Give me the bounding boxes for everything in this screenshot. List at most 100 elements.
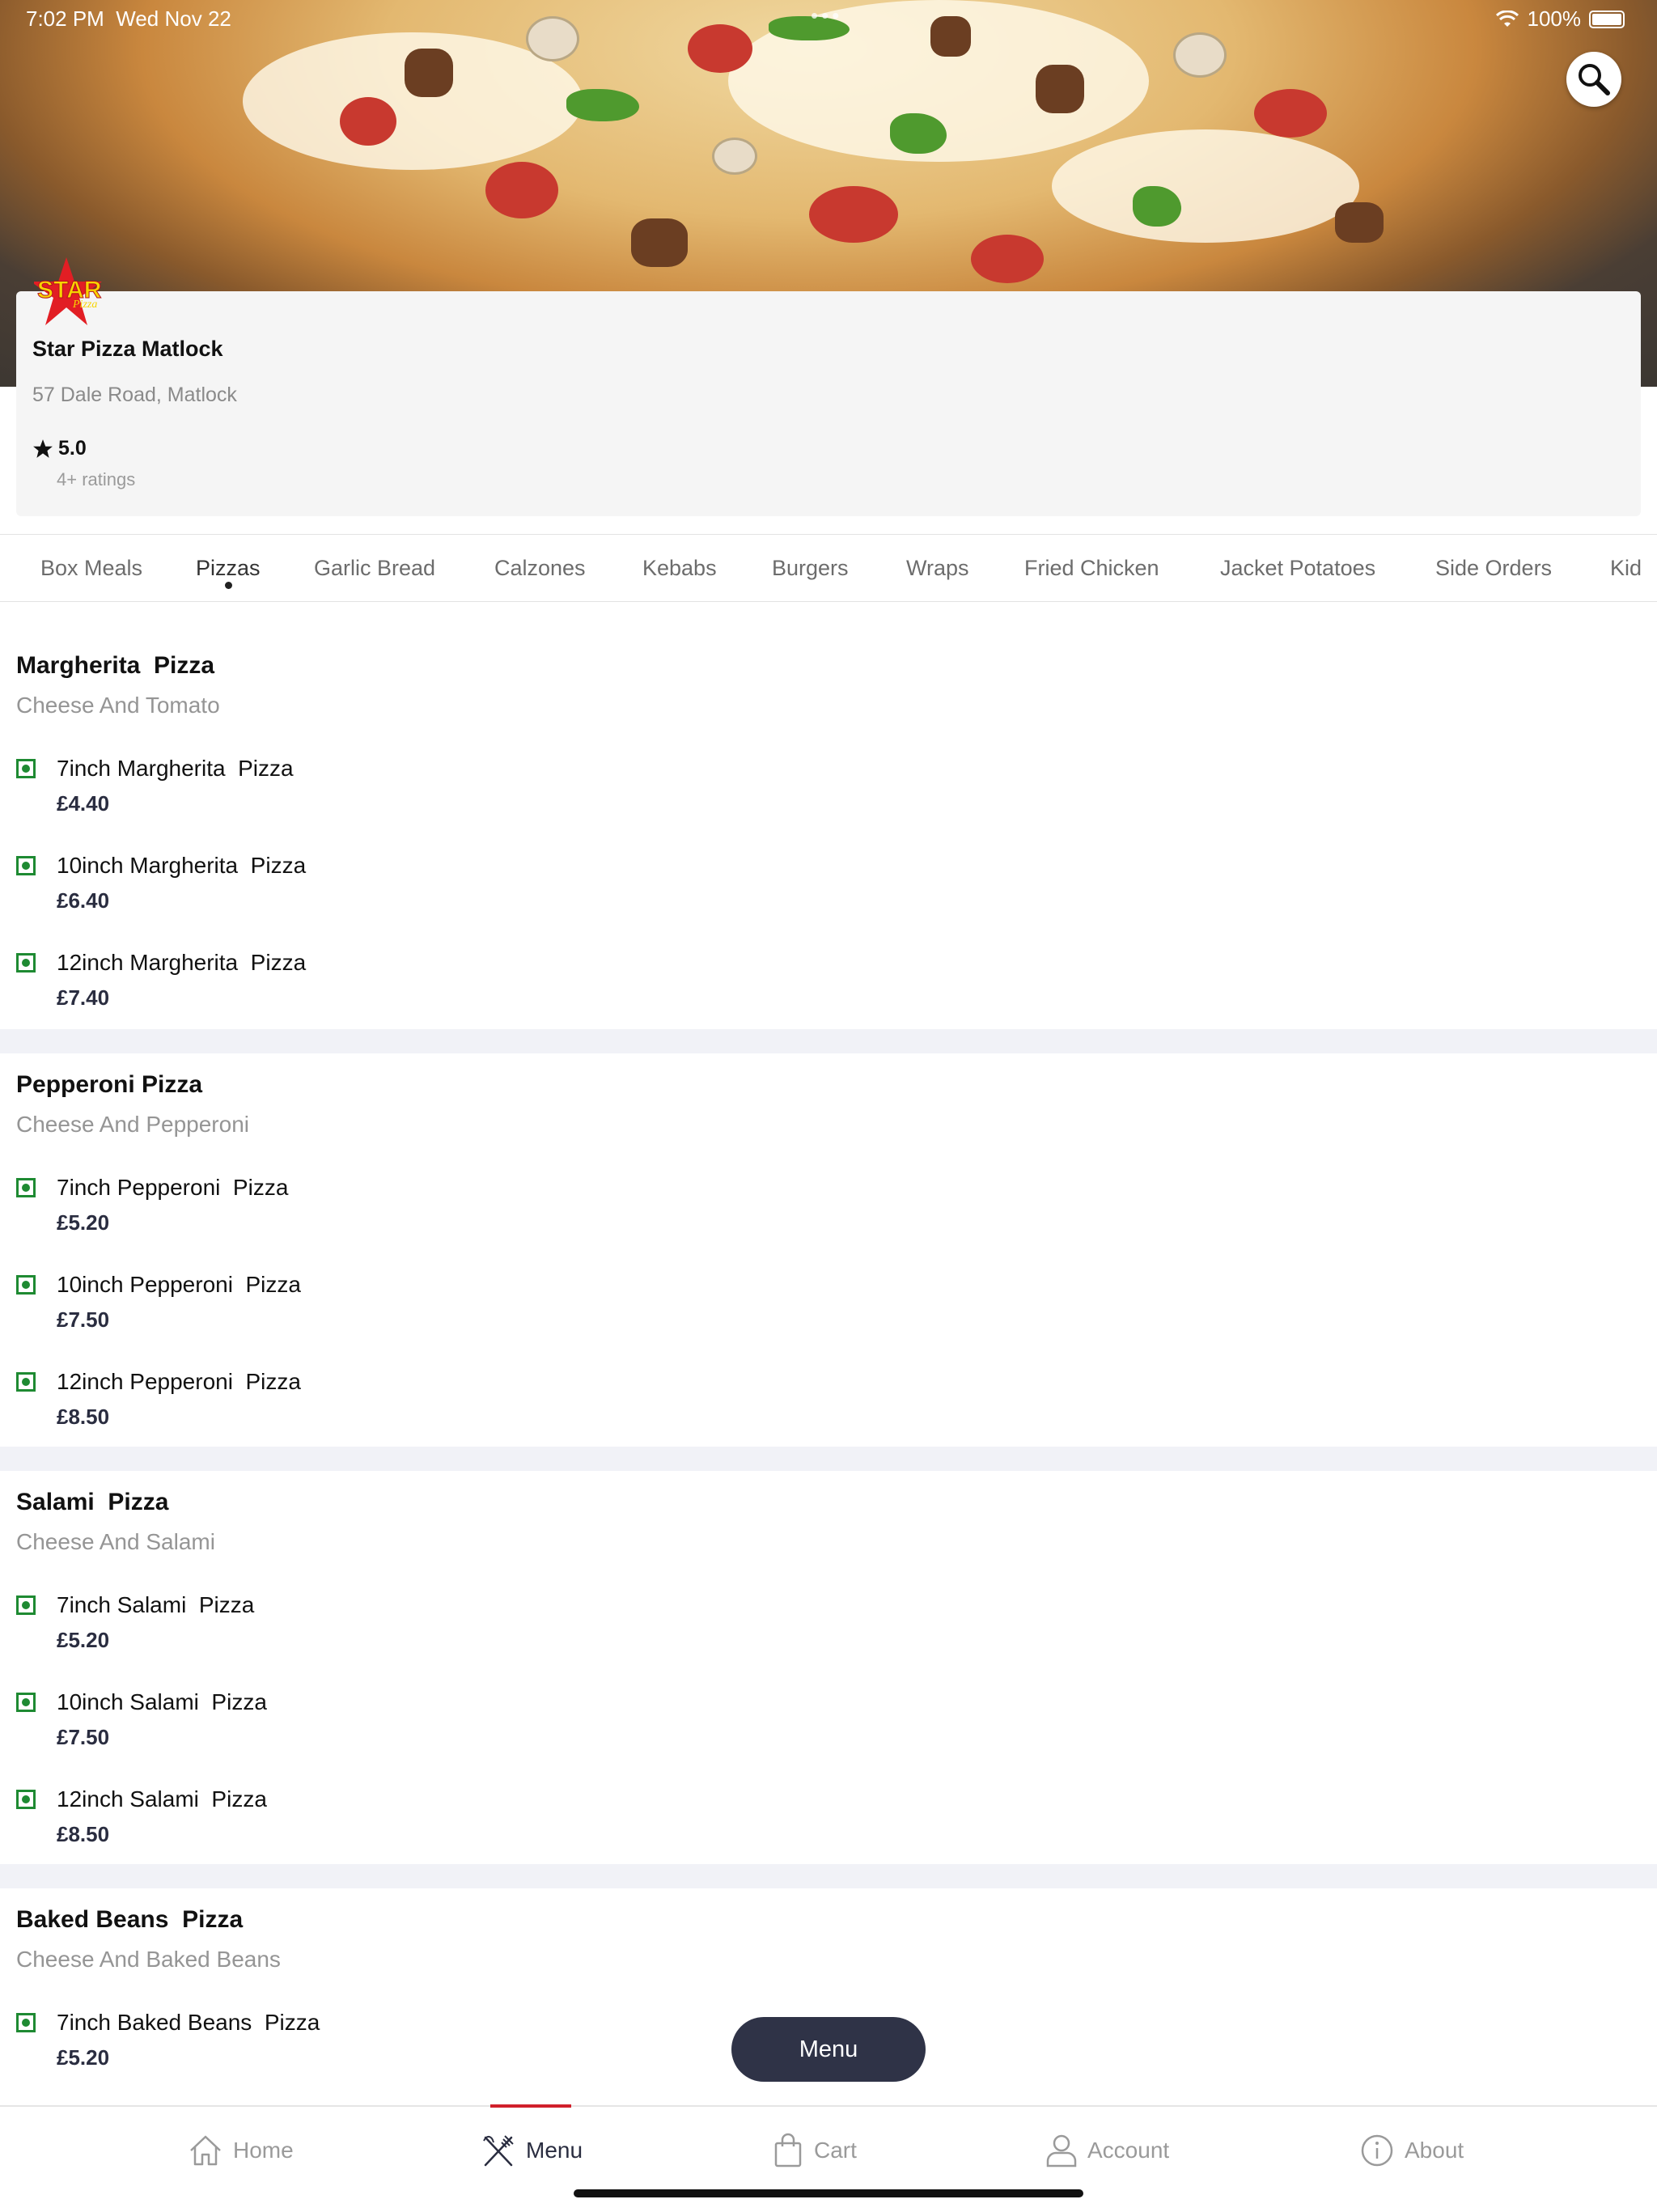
item-name: 7inch Margherita Pizza — [57, 756, 294, 781]
nav-label: Account — [1087, 2138, 1170, 2163]
item-name: 7inch Salami Pizza — [57, 1592, 255, 1617]
nav-about[interactable]: About — [1359, 2129, 1464, 2172]
veg-indicator-icon — [16, 856, 36, 875]
menu-section-pepperoni: Pepperoni Pizza Cheese And Pepperoni 7in… — [0, 1053, 1657, 1447]
store-logo: STAR Pizza — [31, 257, 115, 338]
tab-calzones[interactable]: Calzones — [494, 535, 586, 601]
item-price: £7.50 — [57, 1307, 110, 1332]
rating-value: 5.0 — [58, 437, 87, 460]
tab-jacket-potatoes[interactable]: Jacket Potatoes — [1220, 535, 1375, 601]
wifi-icon — [1495, 10, 1519, 27]
home-icon — [190, 2135, 221, 2166]
menu-item[interactable]: 12inch Salami Pizza £8.50 — [0, 1786, 1657, 1867]
item-price: £8.50 — [57, 1405, 110, 1429]
section-description: Cheese And Pepperoni — [16, 1112, 249, 1137]
info-icon — [1361, 2134, 1393, 2167]
user-icon — [1046, 2134, 1077, 2168]
status-time: 7:02 PM — [26, 6, 104, 31]
nav-label: About — [1405, 2138, 1464, 2163]
status-bar: 7:02 PM Wed Nov 22 ••• 100% — [0, 0, 1657, 37]
tab-burgers[interactable]: Burgers — [772, 535, 849, 601]
item-name: 10inch Salami Pizza — [57, 1689, 267, 1714]
veg-indicator-icon — [16, 1178, 36, 1197]
menu-section-salami: Salami Pizza Cheese And Salami 7inch Sal… — [0, 1471, 1657, 1864]
nav-label: Menu — [526, 2138, 583, 2163]
item-price: £7.40 — [57, 985, 110, 1010]
veg-indicator-icon — [16, 1595, 36, 1615]
item-price: £4.40 — [57, 791, 110, 816]
section-divider — [0, 1029, 1657, 1053]
multitasking-dots[interactable]: ••• — [811, 3, 842, 28]
item-price: £5.20 — [57, 1210, 110, 1235]
tab-box-meals[interactable]: Box Meals — [40, 535, 142, 601]
veg-indicator-icon — [16, 953, 36, 973]
menu-item[interactable]: 7inch Salami Pizza £5.20 — [0, 1592, 1657, 1673]
item-name: 10inch Pepperoni Pizza — [57, 1272, 301, 1297]
store-info-card: STAR Pizza Star Pizza Matlock 57 Dale Ro… — [16, 257, 1641, 516]
menu-item[interactable]: 10inch Margherita Pizza £6.40 — [0, 853, 1657, 934]
tab-kids[interactable]: Kid — [1610, 535, 1642, 601]
item-price: £7.50 — [57, 1725, 110, 1749]
section-divider — [0, 1447, 1657, 1471]
category-tabs[interactable]: Box Meals Pizzas Garlic Bread Calzones K… — [0, 534, 1657, 602]
nav-home[interactable]: Home — [188, 2129, 294, 2172]
menu-item[interactable]: 7inch Pepperoni Pizza £5.20 — [0, 1175, 1657, 1256]
tab-garlic-bread[interactable]: Garlic Bread — [314, 535, 435, 601]
menu-item[interactable]: 12inch Pepperoni Pizza £8.50 — [0, 1369, 1657, 1450]
tab-fried-chicken[interactable]: Fried Chicken — [1024, 535, 1159, 601]
nav-label: Cart — [814, 2138, 857, 2163]
section-title: Margherita Pizza — [16, 652, 215, 679]
battery-icon — [1589, 10, 1625, 28]
status-time-date: 7:02 PM Wed Nov 22 — [26, 6, 231, 32]
tab-kebabs[interactable]: Kebabs — [642, 535, 717, 601]
rating-count: 4+ ratings — [57, 469, 136, 489]
section-description: Cheese And Baked Beans — [16, 1947, 281, 1972]
bottom-nav: Home Menu Cart Account About — [0, 2104, 1657, 2212]
tab-wraps[interactable]: Wraps — [906, 535, 969, 601]
item-name: 7inch Baked Beans Pizza — [57, 2010, 320, 2035]
menu-item[interactable]: 7inch Margherita Pizza £4.40 — [0, 756, 1657, 837]
active-nav-indicator — [490, 2104, 571, 2108]
menu-item[interactable]: 12inch Margherita Pizza £7.40 — [0, 950, 1657, 1031]
star-icon — [33, 439, 53, 458]
item-name: 12inch Pepperoni Pizza — [57, 1369, 301, 1394]
nav-account[interactable]: Account — [1045, 2129, 1169, 2172]
item-price: £8.50 — [57, 1822, 110, 1846]
menu-section-margherita: Margherita Pizza Cheese And Tomato 7inch… — [0, 602, 1657, 1029]
section-title: Salami Pizza — [16, 1489, 169, 1515]
menu-float-button[interactable]: Menu — [731, 2017, 926, 2082]
item-name: 7inch Pepperoni Pizza — [57, 1175, 289, 1200]
veg-indicator-icon — [16, 2013, 36, 2032]
search-icon — [1579, 64, 1610, 95]
store-address: 57 Dale Road, Matlock — [32, 383, 237, 406]
veg-indicator-icon — [16, 1693, 36, 1712]
tab-side-orders[interactable]: Side Orders — [1435, 535, 1552, 601]
nav-cart[interactable]: Cart — [772, 2129, 857, 2172]
tab-pizzas[interactable]: Pizzas — [196, 535, 261, 601]
section-divider — [0, 1864, 1657, 1888]
menu-item[interactable]: 10inch Salami Pizza £7.50 — [0, 1689, 1657, 1770]
menu-item[interactable]: 10inch Pepperoni Pizza £7.50 — [0, 1272, 1657, 1353]
shopping-bag-icon — [774, 2133, 802, 2168]
section-description: Cheese And Tomato — [16, 693, 220, 718]
veg-indicator-icon — [16, 1372, 36, 1392]
home-indicator[interactable] — [574, 2189, 1083, 2197]
section-title: Baked Beans Pizza — [16, 1906, 244, 1933]
store-name: Star Pizza Matlock — [32, 337, 223, 361]
item-name: 12inch Margherita Pizza — [57, 950, 307, 975]
veg-indicator-icon — [16, 1275, 36, 1295]
veg-indicator-icon — [16, 759, 36, 778]
item-price: £6.40 — [57, 888, 110, 913]
item-name: 12inch Salami Pizza — [57, 1786, 267, 1812]
section-description: Cheese And Salami — [16, 1529, 215, 1554]
veg-indicator-icon — [16, 1790, 36, 1809]
nav-menu[interactable]: Menu — [481, 2129, 583, 2172]
search-button[interactable] — [1566, 52, 1621, 107]
battery-percent: 100% — [1527, 6, 1582, 31]
store-rating: 5.0 — [32, 437, 87, 460]
item-price: £5.20 — [57, 1628, 110, 1652]
item-price: £5.20 — [57, 2045, 110, 2070]
item-name: 10inch Margherita Pizza — [57, 853, 307, 878]
nav-label: Home — [233, 2138, 294, 2163]
status-date: Wed Nov 22 — [116, 6, 231, 31]
